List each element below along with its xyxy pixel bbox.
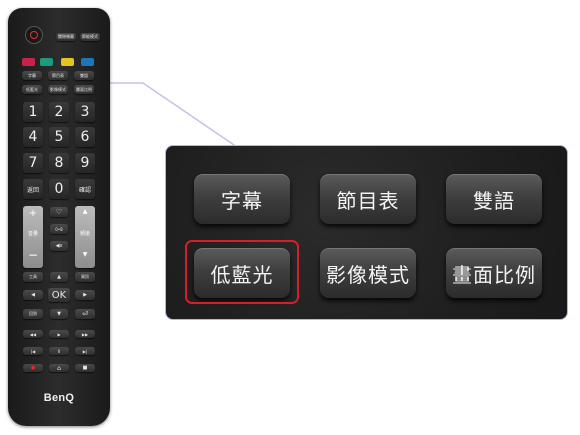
channel-label: 頻道	[79, 231, 90, 237]
confirm-button[interactable]: 確認	[75, 179, 95, 199]
number-4-button[interactable]: 4	[23, 127, 43, 147]
channel-rocker[interactable]	[75, 206, 95, 268]
number-9-button[interactable]: 9	[75, 153, 95, 173]
red-button[interactable]	[22, 58, 35, 66]
zoom-picture-mode-button[interactable]: 影像模式	[320, 248, 416, 298]
dot-button[interactable]: 0•8	[50, 224, 68, 234]
screen-off-button[interactable]: 關閉螢幕	[56, 33, 76, 41]
zoom-bilingual-button[interactable]: 雙語	[446, 174, 542, 224]
mute-button[interactable]: ◀x	[50, 241, 68, 251]
home-icon[interactable]: ⌂	[49, 364, 69, 372]
volume-up-icon: +	[28, 208, 38, 219]
pause-button[interactable]: II	[49, 347, 69, 355]
rewind-button[interactable]: ◀◀	[23, 330, 43, 338]
subtitle-button[interactable]: 字幕	[22, 71, 42, 80]
back-icon[interactable]: ⏎	[75, 309, 95, 319]
green-button[interactable]	[40, 58, 53, 66]
remote-control: 關閉螢幕 節能模式 字幕 節目表 雙語 低藍光 影像模式 畫面比例 1 2 3 …	[8, 8, 110, 426]
number-7-button[interactable]: 7	[23, 153, 43, 173]
volume-label: 音量	[27, 231, 38, 237]
channel-down-icon: ▼	[82, 251, 88, 258]
record-button[interactable]: ●	[23, 364, 43, 372]
channel-up-icon: ▲	[82, 208, 88, 215]
previous-button[interactable]: |◀	[23, 347, 43, 355]
eco-mode-button[interactable]: 節能模式	[80, 33, 100, 41]
info-button[interactable]: 資訊	[75, 272, 95, 282]
play-button[interactable]: ▶	[49, 330, 69, 338]
number-8-button[interactable]: 8	[49, 153, 69, 173]
nav-up-button[interactable]: ▲	[50, 272, 68, 282]
stop-button[interactable]: ■	[75, 364, 95, 372]
ok-button[interactable]: OK	[48, 288, 70, 302]
number-5-button[interactable]: 5	[49, 127, 69, 147]
zoom-subtitle-button[interactable]: 字幕	[194, 174, 290, 224]
number-0-button[interactable]: 0	[49, 179, 69, 199]
favorite-button[interactable]: ♡	[50, 207, 68, 217]
fast-forward-button[interactable]: ▶▶	[75, 330, 95, 338]
exit-button[interactable]: 回到	[23, 309, 43, 319]
aspect-ratio-button[interactable]: 畫面比例	[74, 85, 94, 94]
power-button[interactable]	[25, 26, 43, 44]
number-1-button[interactable]: 1	[23, 102, 43, 122]
tools-button[interactable]: 工具	[23, 272, 43, 282]
epg-button[interactable]: 節目表	[48, 71, 68, 80]
blue-button[interactable]	[81, 58, 94, 66]
bilingual-button[interactable]: 雙語	[74, 71, 94, 80]
return-button[interactable]: 返回	[23, 179, 43, 199]
nav-left-button[interactable]: ◀	[23, 290, 43, 300]
nav-down-button[interactable]: ▼	[50, 309, 68, 319]
number-3-button[interactable]: 3	[75, 102, 95, 122]
next-button[interactable]: ▶|	[75, 347, 95, 355]
low-blue-light-button[interactable]: 低藍光	[22, 85, 42, 94]
highlight-box	[185, 240, 299, 304]
zoom-aspect-ratio-button[interactable]: 畫面比例	[446, 248, 542, 298]
volume-down-icon: −	[27, 248, 39, 262]
number-6-button[interactable]: 6	[75, 127, 95, 147]
brand-logo: BenQ	[43, 392, 75, 404]
zoom-epg-button[interactable]: 節目表	[320, 174, 416, 224]
power-icon	[30, 31, 38, 39]
picture-mode-button[interactable]: 影像模式	[48, 85, 68, 94]
number-2-button[interactable]: 2	[49, 102, 69, 122]
nav-right-button[interactable]: ▶	[75, 290, 95, 300]
yellow-button[interactable]	[61, 58, 74, 66]
